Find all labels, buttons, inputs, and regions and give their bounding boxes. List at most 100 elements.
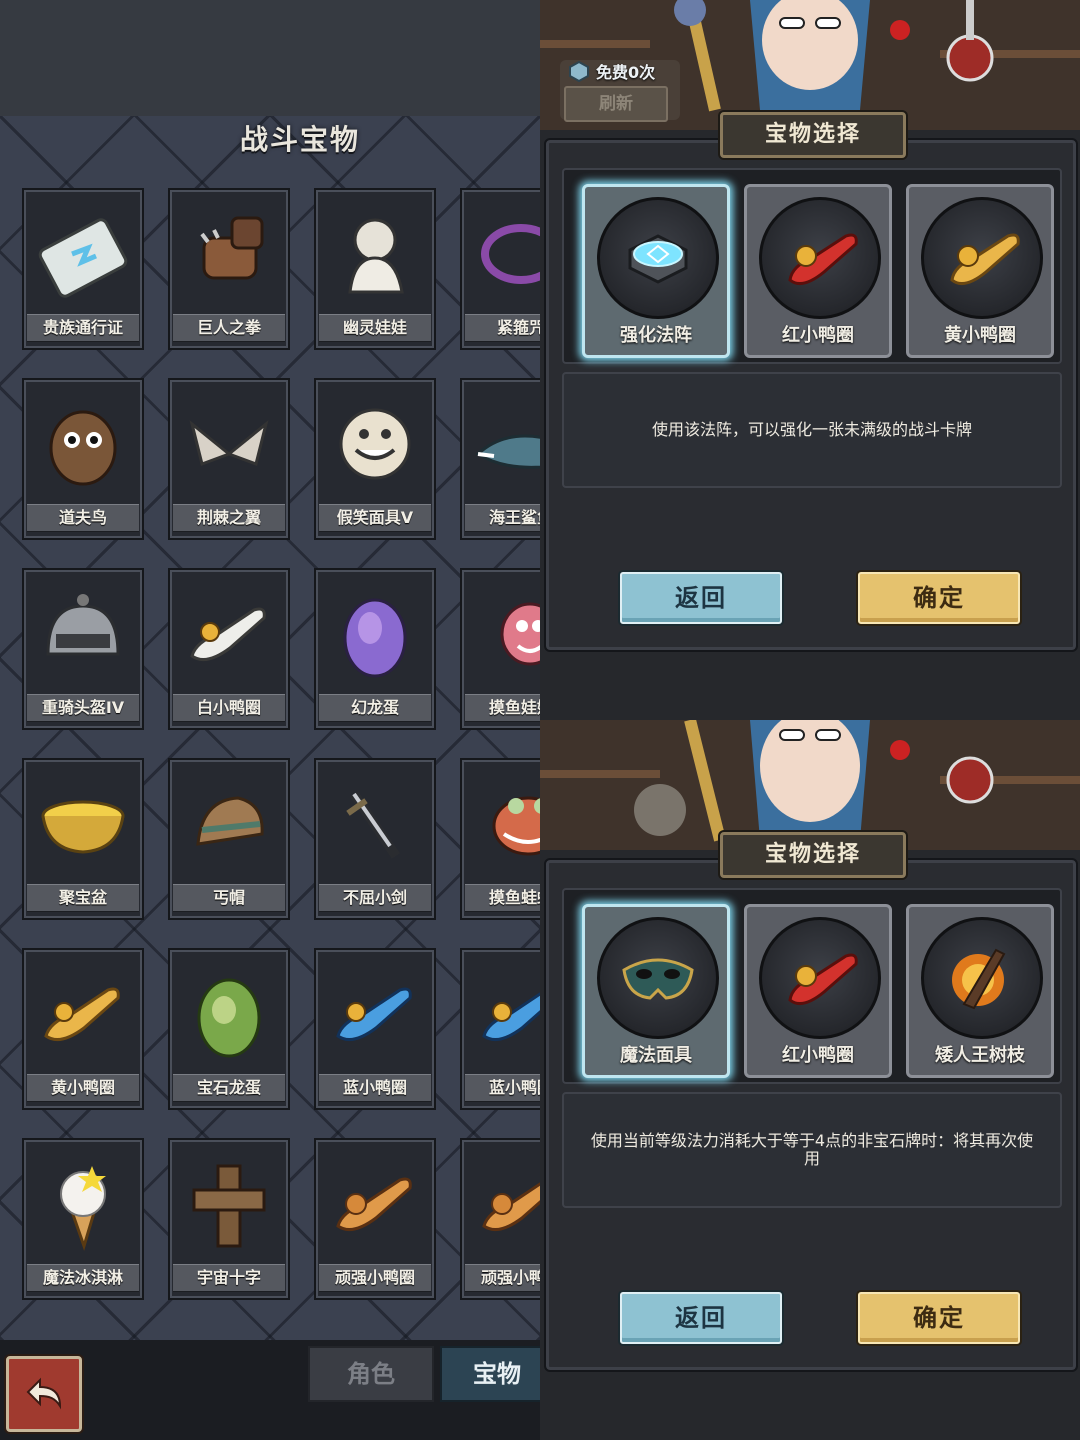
treasure-card[interactable]: 顽强小鸭圈 [314, 1138, 436, 1300]
choice-card[interactable]: 红小鸭圈 [744, 904, 892, 1078]
shop-banner-art [540, 720, 1080, 850]
treasure-name: 摸鱼蛙蛙 [465, 884, 540, 912]
choice-card[interactable]: 强化法阵 [582, 184, 730, 358]
yellow-duck-ring-icon [921, 197, 1043, 319]
fist-icon [178, 200, 280, 310]
choice-name: 黄小鸭圈 [944, 325, 1016, 346]
dialog-title-plate: 宝物选择 [720, 112, 906, 158]
free-text: 免费0次 [596, 63, 656, 82]
dragon-egg-icon [324, 580, 426, 690]
tab-role[interactable]: 角色 [308, 1346, 434, 1402]
dialog-frame: 魔法面具 红小鸭圈 矮人王树枝 使用当前等级法力消耗大于等于4点的非宝石牌时：将… [544, 858, 1078, 1372]
gem-egg-icon [178, 960, 280, 1070]
treasure-name: 丐帽 [173, 884, 285, 912]
panel-title: 战斗宝物 [239, 123, 360, 156]
back-button[interactable]: 返回 [620, 572, 782, 624]
treasure-card[interactable]: 重骑头盔IV [22, 568, 144, 730]
treasure-name: 蓝小鸭圈 [465, 1074, 540, 1102]
treasure-card[interactable]: 宇宙十字 [168, 1138, 290, 1300]
treasure-card[interactable]: 白小鸭圈 [168, 568, 290, 730]
treasure-collection-panel: 战斗宝物 贵族通行证 巨人之拳 幽灵娃娃 紧箍咒道夫鸟 荆棘之翼 假笑面具V 海王鲨鱼重骑头… [0, 0, 540, 1440]
treasure-name: 幻龙蛋 [319, 694, 431, 722]
confirm-button[interactable]: 确定 [858, 1292, 1020, 1344]
back-button[interactable] [6, 1356, 82, 1432]
treasure-card[interactable]: 幽灵娃娃 [314, 188, 436, 350]
choice-card[interactable]: 矮人王树枝 [906, 904, 1054, 1078]
treasure-name: 紧箍咒 [465, 314, 540, 342]
treasure-card[interactable]: 假笑面具V [314, 378, 436, 540]
treasure-name: 魔法冰淇淋 [27, 1264, 139, 1292]
treasure-card[interactable]: 摸鱼蛙蛙 [460, 758, 540, 920]
burning-branch-icon [921, 917, 1043, 1039]
treasure-card[interactable]: 聚宝盆 [22, 758, 144, 920]
card-icon [32, 200, 134, 310]
choice-name: 红小鸭圈 [782, 1045, 854, 1066]
cross-icon [178, 1150, 280, 1260]
magic-mask-icon [597, 917, 719, 1039]
ghost-doll-icon [324, 200, 426, 310]
treasure-name: 顽强小鸭圈 [465, 1264, 540, 1292]
blue-duck-ring-icon [324, 960, 426, 1070]
choice-name: 红小鸭圈 [782, 325, 854, 346]
treasure-card[interactable]: 道夫鸟 [22, 378, 144, 540]
treasure-card[interactable]: 贵族通行证 [22, 188, 144, 350]
thorn-wings-icon [178, 390, 280, 500]
frog-icon [470, 770, 540, 880]
treasure-name: 白小鸭圈 [173, 694, 285, 722]
treasure-card[interactable]: 蓝小鸭圈 [460, 948, 540, 1110]
beggar-hat-icon [178, 770, 280, 880]
treasure-name: 巨人之拳 [173, 314, 285, 342]
back-button[interactable]: 返回 [620, 1292, 782, 1344]
treasure-card[interactable]: 不屈小剑 [314, 758, 436, 920]
treasure-name: 重骑头盔IV [27, 694, 139, 722]
shop-banner-art: 免费0次 刷新 [540, 0, 1080, 130]
helmet-icon [32, 580, 134, 690]
yellow-duck-ring-icon [32, 960, 134, 1070]
treasure-card[interactable]: 紧箍咒 [460, 188, 540, 350]
headband-icon [470, 200, 540, 310]
return-arrow-icon [26, 1377, 62, 1410]
treasure-name: 海王鲨鱼 [465, 504, 540, 532]
tough-duck-ring-icon [324, 1150, 426, 1260]
description-box: 使用当前等级法力消耗大于等于4点的非宝石牌时：将其再次使用 [562, 1092, 1062, 1208]
treasure-card[interactable]: 黄小鸭圈 [22, 948, 144, 1110]
treasure-card[interactable]: 宝石龙蛋 [168, 948, 290, 1110]
treasure-card[interactable]: 幻龙蛋 [314, 568, 436, 730]
red-duck-ring-icon [759, 197, 881, 319]
grin-mask-icon [324, 390, 426, 500]
description-box: 使用该法阵，可以强化一张未满级的战斗卡牌 [562, 372, 1062, 488]
confirm-button[interactable]: 确定 [858, 572, 1020, 624]
choice-card[interactable]: 黄小鸭圈 [906, 184, 1054, 358]
ice-cream-icon [32, 1150, 134, 1260]
red-duck-ring-icon [759, 917, 881, 1039]
treasure-card[interactable]: 蓝小鸭圈 [314, 948, 436, 1110]
tab-treasure[interactable]: 宝物 [440, 1346, 540, 1402]
treasure-name: 聚宝盆 [27, 884, 139, 912]
treasure-select-dialog-bottom: 魔法面具 红小鸭圈 矮人王树枝 使用当前等级法力消耗大于等于4点的非宝石牌时：将… [540, 720, 1080, 1440]
description-text: 使用当前等级法力消耗大于等于4点的非宝石牌时：将其再次使用 [590, 1131, 1034, 1168]
treasure-card[interactable]: 魔法冰淇淋 [22, 1138, 144, 1300]
choice-row: 魔法面具 红小鸭圈 矮人王树枝 [562, 888, 1062, 1084]
choice-card[interactable]: 红小鸭圈 [744, 184, 892, 358]
choice-name: 魔法面具 [620, 1045, 692, 1066]
game-screen: 战斗宝物 贵族通行证 巨人之拳 幽灵娃娃 紧箍咒道夫鸟 荆棘之翼 假笑面具V 海王鲨鱼重骑头… [0, 0, 1080, 1440]
free-refresh-counter: 免费0次 [568, 58, 655, 84]
choice-row: 强化法阵 红小鸭圈 黄小鸭圈 [562, 168, 1062, 364]
treasure-card[interactable]: 摸鱼娃娃 [460, 568, 540, 730]
treasure-card[interactable]: 海王鲨鱼 [460, 378, 540, 540]
treasure-card[interactable]: 巨人之拳 [168, 188, 290, 350]
treasure-name: 贵族通行证 [27, 314, 139, 342]
treasure-card[interactable]: 顽强小鸭圈 [460, 1138, 540, 1300]
treasure-name: 道夫鸟 [27, 504, 139, 532]
gem-cube-icon [569, 60, 589, 82]
treasure-card[interactable]: 丐帽 [168, 758, 290, 920]
treasure-name: 假笑面具V [319, 504, 431, 532]
treasure-name: 黄小鸭圈 [27, 1074, 139, 1102]
owl-icon [32, 390, 134, 500]
treasure-name: 蓝小鸭圈 [319, 1074, 431, 1102]
treasure-card[interactable]: 荆棘之翼 [168, 378, 290, 540]
treasure-name: 荆棘之翼 [173, 504, 285, 532]
tough-duck-ring-icon [470, 1150, 540, 1260]
refresh-button[interactable]: 刷新 [564, 86, 668, 122]
choice-card[interactable]: 魔法面具 [582, 904, 730, 1078]
